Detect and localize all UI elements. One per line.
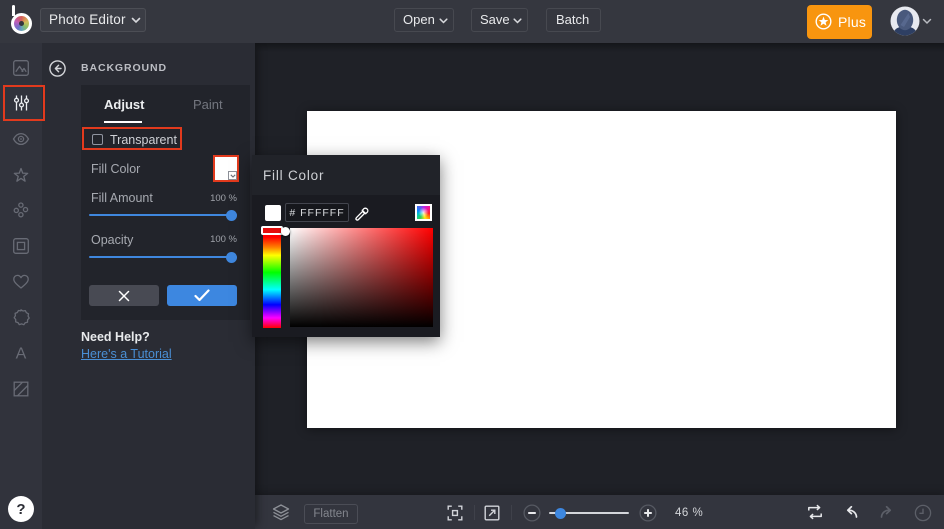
svg-text:A: A [16, 346, 27, 363]
